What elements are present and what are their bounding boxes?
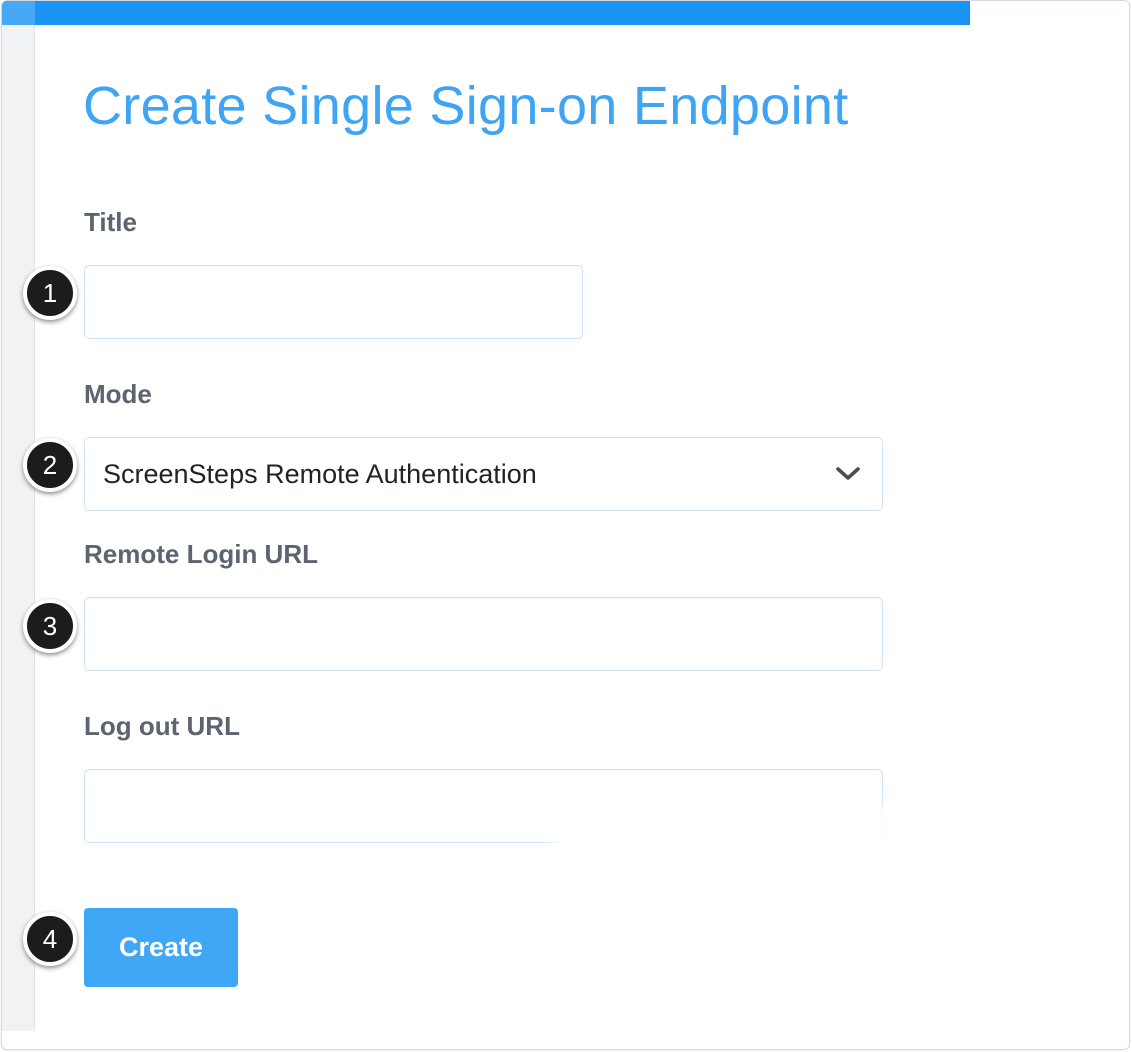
- title-label: Title: [84, 207, 137, 237]
- chevron-down-icon: [834, 460, 862, 488]
- top-bar-corner: [2, 1, 35, 25]
- step-badge-2: 2: [23, 438, 77, 492]
- redaction-smudge: [554, 807, 908, 849]
- step-badge-3: 3: [23, 599, 77, 653]
- remote-login-url-label: Remote Login URL: [84, 539, 318, 569]
- left-rail: [2, 1, 35, 1031]
- step-badge-1: 1: [23, 266, 77, 320]
- mode-select[interactable]: ScreenSteps Remote Authentication: [84, 437, 883, 511]
- top-accent-bar: [2, 1, 970, 25]
- mode-label: Mode: [84, 379, 152, 409]
- remote-login-url-input[interactable]: [84, 597, 883, 671]
- step-badge-4: 4: [23, 912, 77, 966]
- page-title: Create Single Sign-on Endpoint: [83, 76, 849, 136]
- logout-url-label: Log out URL: [84, 711, 240, 741]
- create-button[interactable]: Create: [84, 908, 238, 987]
- mode-select-value: ScreenSteps Remote Authentication: [103, 458, 537, 489]
- window-frame: Create Single Sign-on Endpoint Title 1 M…: [1, 0, 1130, 1050]
- title-input[interactable]: [84, 265, 583, 339]
